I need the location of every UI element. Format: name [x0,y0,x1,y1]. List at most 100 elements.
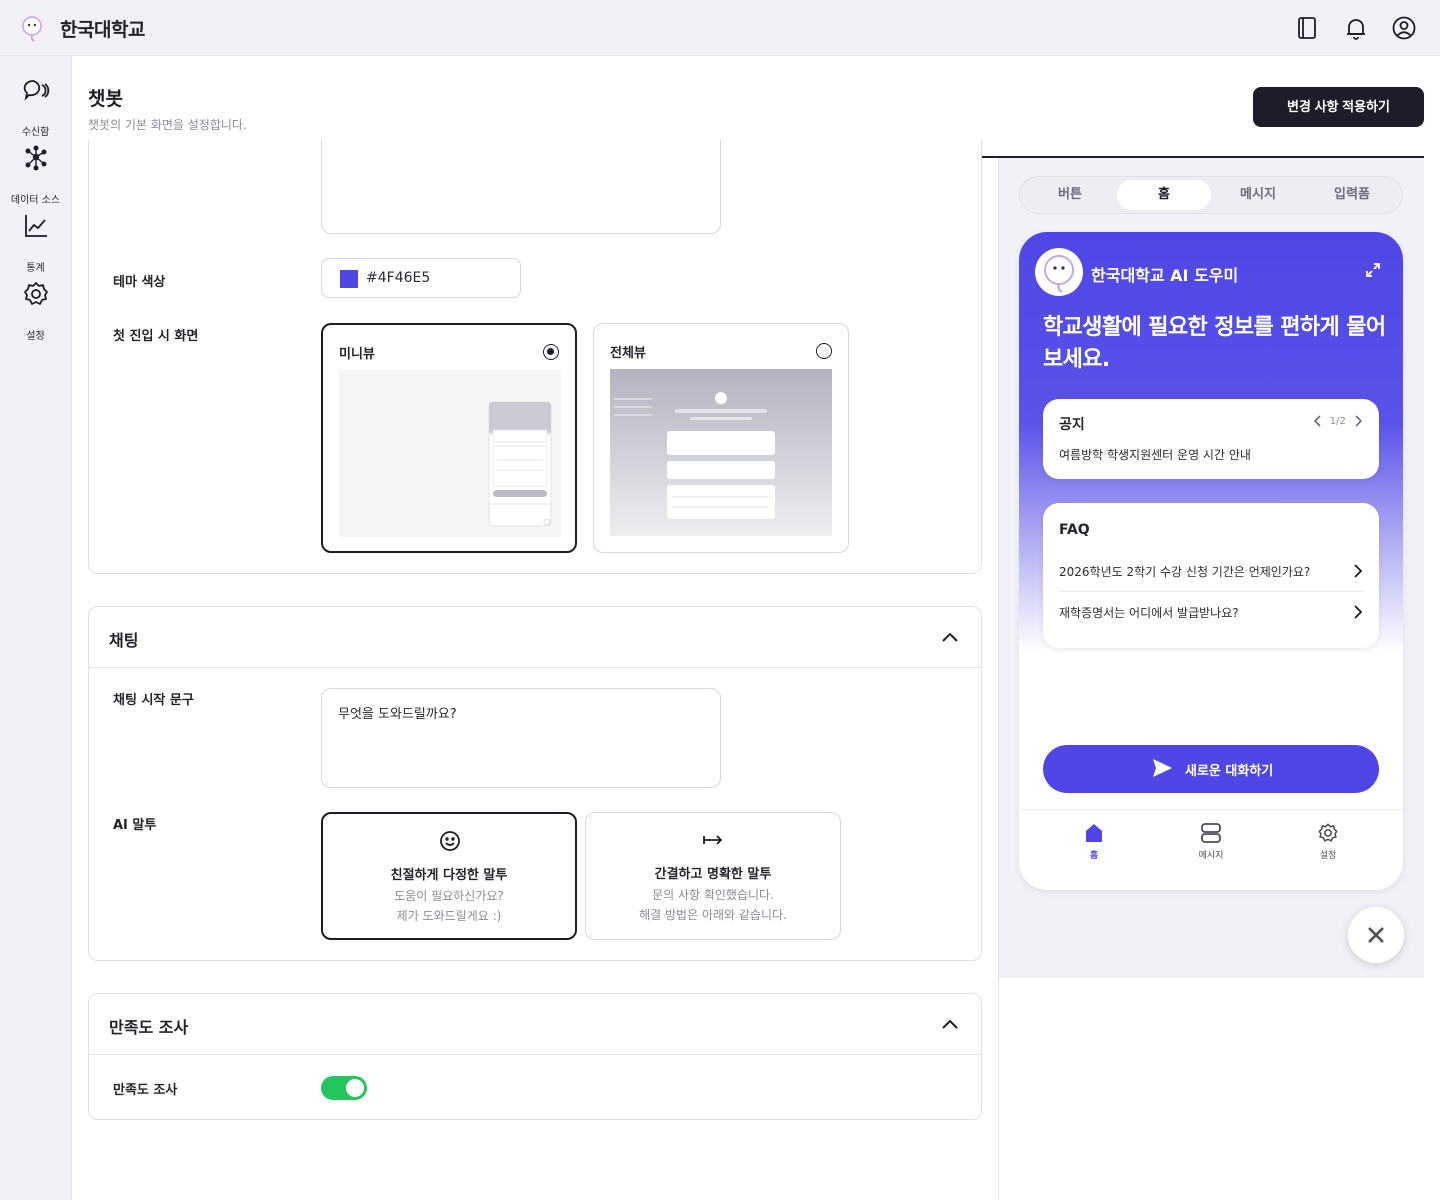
arrow-right-icon [703,835,723,845]
survey-section-header[interactable]: 만족도 조사 [89,994,981,1055]
nav-home[interactable]: 홈 [1054,822,1134,861]
theme-color-value: #4F46E5 [366,270,431,286]
chatbot-phone-preview: 한국대학교 AI 도우미 학교생활에 필요한 정보를 편하게 물어보세요. 공지… [1019,232,1403,890]
bot-name: 한국대학교 AI 도우미 [1091,266,1239,285]
gear-icon [24,282,48,305]
sidebar-label: 데이터 소스 [10,195,61,206]
view-option-label: 미니뷰 [339,347,375,362]
section-title: 채팅 [109,631,139,650]
sidebar-item-stats[interactable]: 통계 [0,212,71,274]
sidebar-label: 통계 [26,263,45,274]
preview-tabs: 버튼 홈 메시지 입력폼 [1019,176,1403,214]
panel-divider [998,978,999,1200]
theme-color-label: 테마 색상 [113,275,166,290]
chatting-section-header[interactable]: 채팅 [89,607,981,668]
network-icon [25,145,47,171]
tone-title: 간결하고 명확한 말투 [654,867,772,882]
tab-home[interactable]: 홈 [1117,180,1211,210]
mini-view-preview [339,370,561,537]
tone-example-line: 해결 방법은 아래와 같습니다. [639,908,787,922]
radio-selected[interactable] [543,344,559,360]
nav-label: 메시지 [1198,851,1224,861]
chat-start-label: 채팅 시작 문구 [113,693,194,708]
sidebar-item-inbox[interactable]: 수신함 [0,76,71,138]
chat-start-value: 무엇을 도와드릴까요? [338,707,457,722]
tab-message[interactable]: 메시지 [1211,180,1305,210]
view-option-full[interactable]: 전체뷰 [593,323,849,553]
send-icon [1153,759,1172,777]
sidebar: 수신함 데이터 소스 통계 설정 [0,56,72,1200]
tone-example-line: 도움이 필요하신가요? [394,889,504,903]
section-title: 만족도 조사 [109,1018,189,1037]
faq-card: FAQ 2026학년도 2학기 수강 신청 기간은 언제인가요? 재학증명서는 … [1043,503,1379,648]
view-option-mini[interactable]: 미니뷰 [321,323,577,553]
close-chatbot-button[interactable] [1348,907,1404,963]
bell-icon[interactable] [1342,14,1370,42]
notice-page-number: 1/2 [1329,415,1346,427]
chevron-left-icon[interactable] [1313,415,1323,427]
survey-toggle-label: 만족도 조사 [113,1083,178,1098]
new-chat-label: 새로운 대화하기 [1185,764,1274,779]
survey-toggle[interactable] [321,1076,367,1100]
notice-title: 공지 [1059,417,1085,433]
smile-icon [440,831,460,851]
chart-icon [25,215,47,237]
chevron-right-icon[interactable] [1353,415,1363,427]
chevron-up-icon[interactable] [941,1016,959,1032]
faq-question: 재학증명서는 어디에서 발급받나요? [1059,606,1239,620]
color-swatch[interactable] [340,270,358,288]
nav-label: 홈 [1089,851,1099,861]
chevron-up-icon[interactable] [941,629,959,645]
account-icon[interactable] [1390,14,1418,42]
gear-icon [1318,823,1338,842]
tab-button[interactable]: 버튼 [1023,180,1117,210]
tone-option-concise[interactable]: 간결하고 명확한 말투 문의 사항 확인했습니다. 해결 방법은 아래와 같습니… [585,812,841,940]
sidebar-item-settings[interactable]: 설정 [0,280,71,342]
nav-message[interactable]: 메시지 [1171,822,1251,861]
notice-text: 여름방학 학생지원센터 운영 시간 안내 [1059,448,1251,462]
chatting-card: 채팅 채팅 시작 문구 무엇을 도와드릴까요? AI 말투 친절하게 다정한 말… [88,606,982,961]
page-subtitle: 챗봇의 기본 화면을 설정합니다. [88,118,247,132]
brand-logo[interactable] [16,12,48,44]
hero-message: 학교생활에 필요한 정보를 편하게 물어보세요. [1043,315,1386,372]
notice-pager: 1/2 [1313,415,1363,427]
chevron-right-icon [1354,564,1363,578]
survey-card: 만족도 조사 만족도 조사 [88,993,982,1120]
sidebar-label: 설정 [26,331,45,342]
chat-start-textarea[interactable]: 무엇을 도와드릴까요? [321,688,721,788]
nav-label: 설정 [1319,851,1337,861]
notice-card[interactable]: 공지 1/2 여름방학 학생지원센터 운영 시간 안내 [1043,399,1379,479]
brand-name: 한국대학교 [60,19,145,41]
faq-item[interactable]: 2026학년도 2학기 수강 신청 기간은 언제인가요? [1059,551,1363,591]
close-icon [1368,927,1384,943]
chatbot-preview-panel: 버튼 홈 메시지 입력폼 한국대학교 AI 도우미 학교생활에 필요한 정보를 … [998,158,1424,978]
top-bar: 한국대학교 [0,0,1440,56]
expand-icon[interactable] [1365,262,1381,278]
radio-unselected[interactable] [816,343,832,359]
sidebar-label: 수신함 [21,127,50,138]
faq-item[interactable]: 재학증명서는 어디에서 발급받나요? [1059,592,1363,632]
book-icon[interactable] [1293,14,1321,42]
faq-title: FAQ [1059,522,1090,538]
nav-settings[interactable]: 설정 [1288,822,1368,861]
tone-example-line: 제가 도와드릴게요 :) [396,909,502,923]
page-title: 챗봇 [88,88,123,110]
tone-option-friendly[interactable]: 친절하게 다정한 말투 도움이 필요하신가요? 제가 도와드릴게요 :) [321,812,577,940]
ai-tone-label: AI 말투 [113,818,157,833]
sidebar-item-data-source[interactable]: 데이터 소스 [0,144,71,206]
first-view-label: 첫 진입 시 화면 [113,329,199,344]
chat-icon [23,80,50,101]
apply-changes-button[interactable]: 변경 사항 적용하기 [1253,87,1424,127]
chatbot-bottom-nav: 홈 메시지 설정 [1019,809,1403,890]
description-textarea[interactable] [321,140,721,234]
theme-color-input[interactable]: #4F46E5 [321,258,521,298]
message-icon [1201,823,1221,843]
tab-input-form[interactable]: 입력폼 [1305,180,1399,210]
home-icon [1086,824,1102,842]
view-option-label: 전체뷰 [610,346,646,361]
tone-title: 친절하게 다정한 말투 [390,868,508,883]
full-view-preview [610,369,832,536]
new-chat-button[interactable]: 새로운 대화하기 [1043,745,1379,793]
faq-question: 2026학년도 2학기 수강 신청 기간은 언제인가요? [1059,565,1311,579]
chevron-right-icon [1354,605,1363,619]
